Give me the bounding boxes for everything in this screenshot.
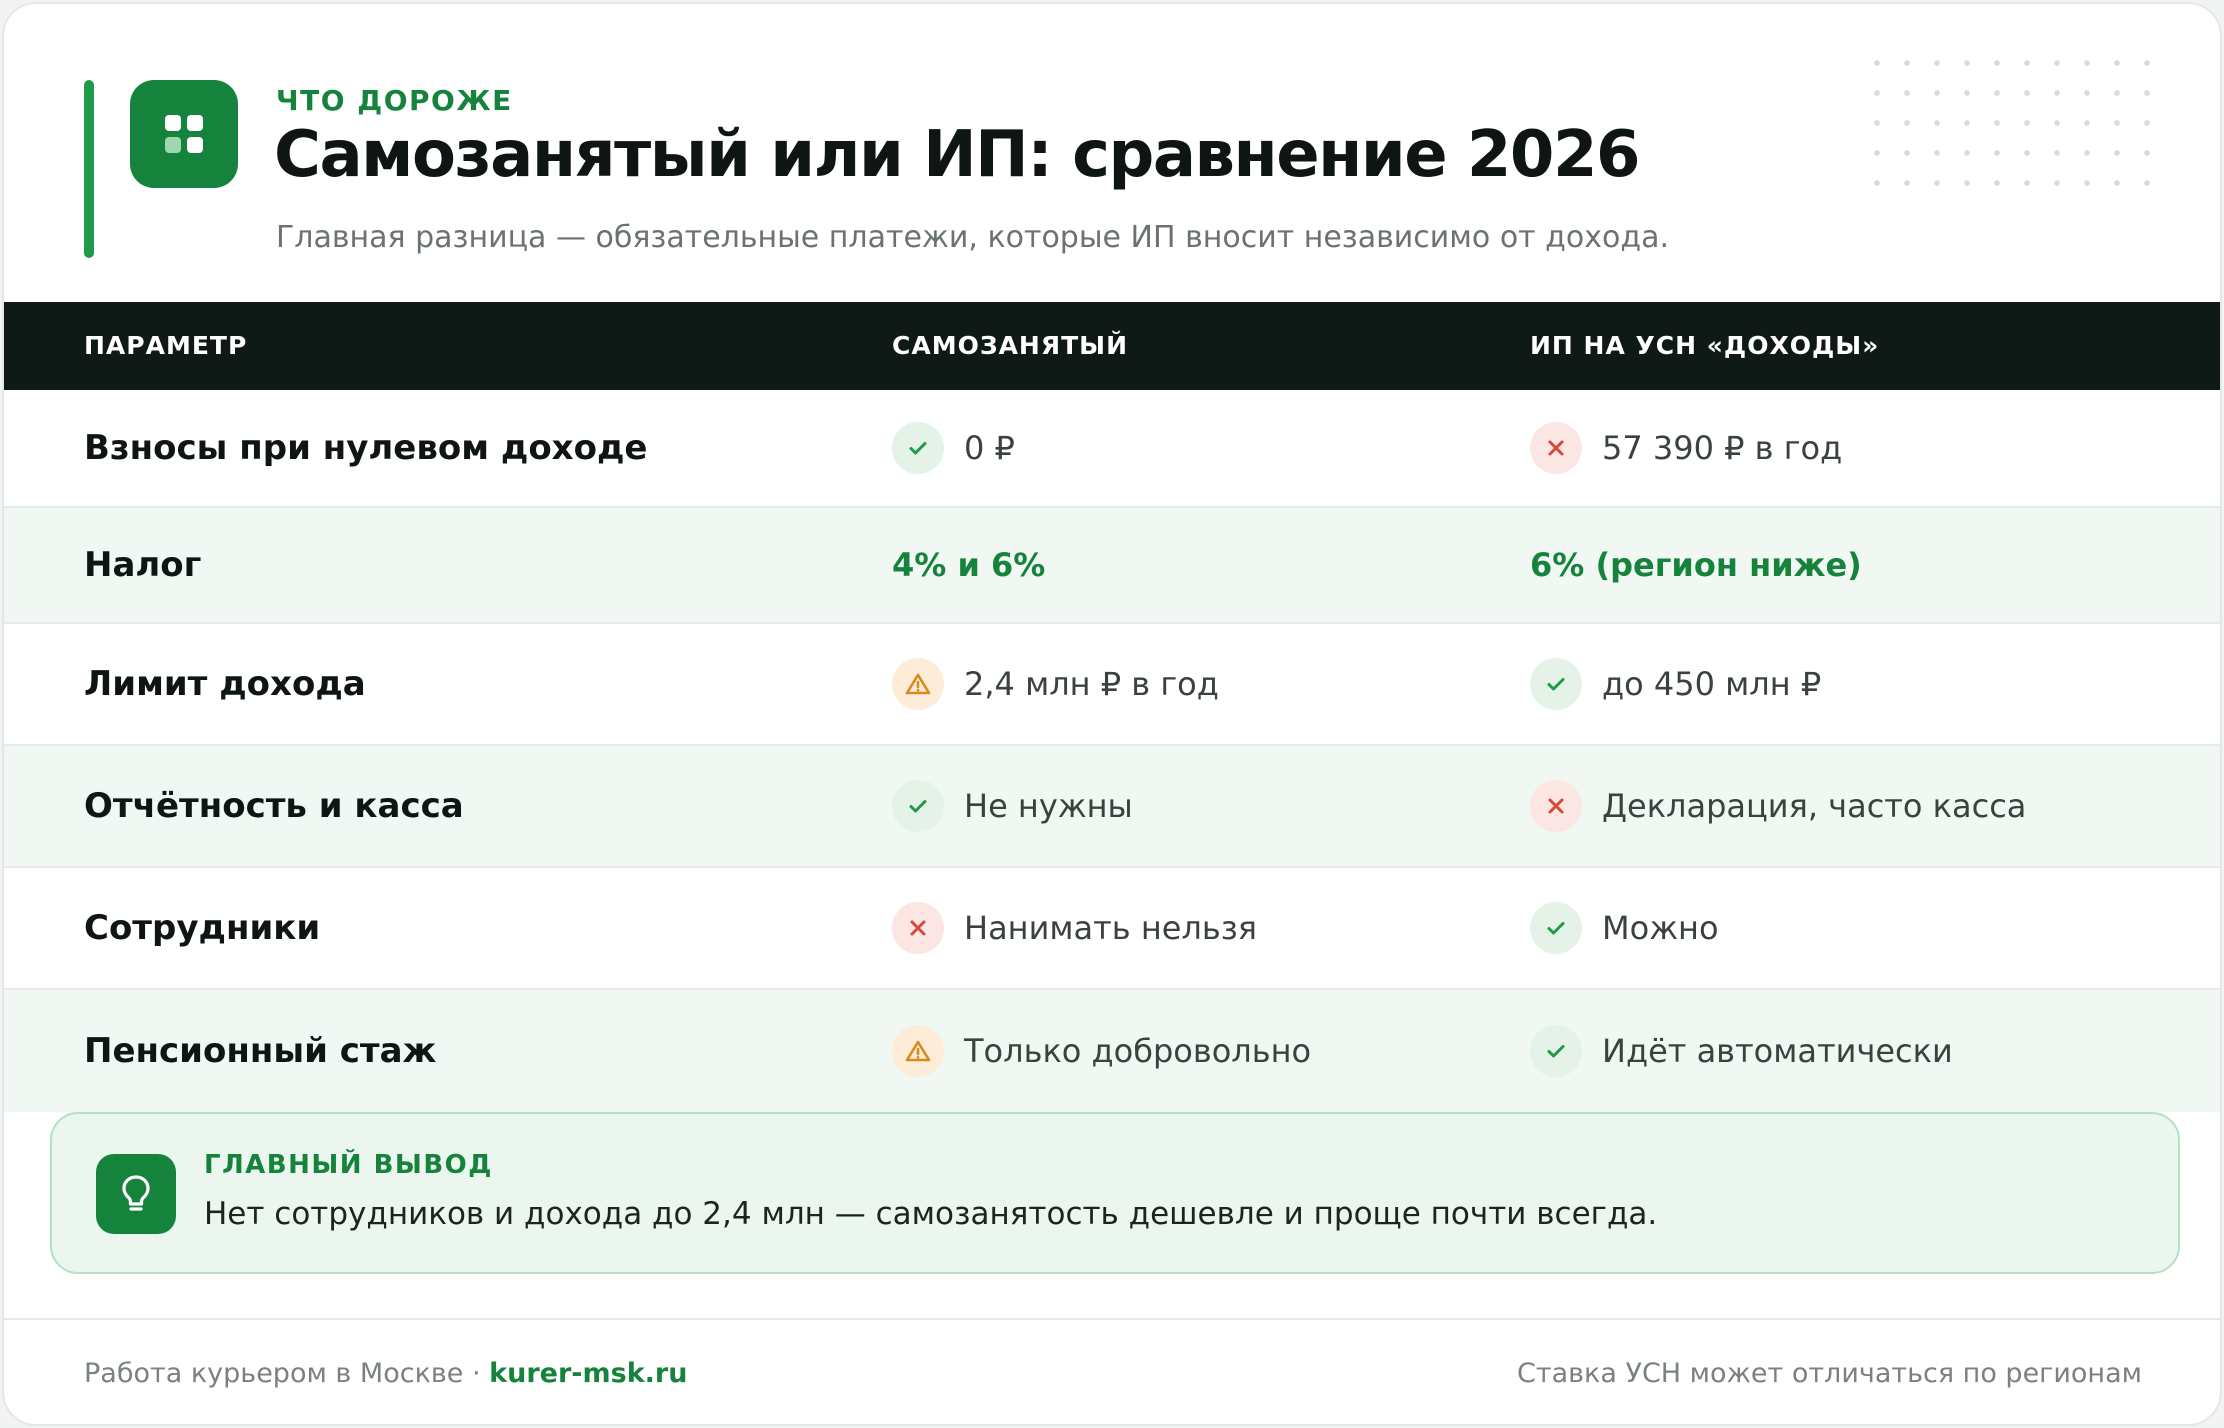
row-parameter: Взносы при нулевом доходе — [84, 428, 648, 468]
ip-cell-text: до 450 млн ₽ — [1602, 665, 1822, 703]
ip-cell: 57 390 ₽ в год — [1530, 390, 1842, 506]
warning-icon — [892, 1025, 944, 1077]
row-parameter: Лимит дохода — [84, 664, 366, 704]
self-employed-cell: 2,4 млн ₽ в год — [892, 624, 1219, 744]
comparison-table-body: Взносы при нулевом доходе 0 ₽ 57 390 ₽ в г… — [4, 390, 2220, 1112]
ip-cell-text: Декларация, часто касса — [1602, 787, 2027, 825]
self-employed-cell: Только добровольно — [892, 990, 1311, 1112]
table-row: Взносы при нулевом доходе 0 ₽ 57 390 ₽ в г… — [4, 390, 2220, 508]
ip-cell-text: 6% (регион ниже) — [1530, 546, 1862, 584]
ip-cell-text: 57 390 ₽ в год — [1602, 429, 1843, 467]
self-employed-cell-text: 4% и 6% — [892, 546, 1046, 584]
lightbulb-icon — [96, 1154, 176, 1234]
table-row: Сотрудники Нанимать нельзя Можно — [4, 868, 2220, 990]
footer-divider — [4, 1318, 2220, 1320]
check-icon — [1530, 902, 1582, 954]
self-employed-cell-text: 0 ₽ — [964, 429, 1015, 467]
ip-cell: Идёт автоматически — [1530, 990, 1953, 1112]
check-icon — [1530, 1025, 1582, 1077]
table-row: Отчётность и касса Не нужны Декларация, ча… — [4, 746, 2220, 868]
cross-icon — [1530, 422, 1582, 474]
ip-cell-text: Можно — [1602, 909, 1719, 947]
column-header-self-employed: САМОЗАНЯТЫЙ — [892, 331, 1128, 360]
footer-site-link[interactable]: kurer-msk.ru — [489, 1358, 687, 1389]
row-parameter: Отчётность и касса — [84, 786, 464, 826]
warning-icon — [892, 658, 944, 710]
ip-cell: Декларация, часто касса — [1530, 746, 2026, 866]
row-parameter: Сотрудники — [84, 908, 321, 948]
self-employed-cell: 0 ₽ — [892, 390, 1015, 506]
check-icon — [1530, 658, 1582, 710]
self-employed-cell-text: Не нужны — [964, 787, 1133, 825]
decorative-dot-pattern — [1862, 48, 2172, 194]
eyebrow-label: ЧТО ДОРОЖЕ — [276, 84, 513, 117]
column-header-parameter: ПАРАМЕТР — [84, 331, 248, 360]
cross-icon — [1530, 780, 1582, 832]
column-header-ip: ИП НА УСН «ДОХОДЫ» — [1530, 331, 1880, 360]
comparison-card: ЧТО ДОРОЖЕ Самозанятый или ИП: сравнение… — [2, 2, 2222, 1426]
accent-bar — [84, 80, 94, 258]
footer-caption: Работа курьером в Москве · — [84, 1358, 490, 1389]
check-icon — [892, 780, 944, 832]
check-icon — [892, 422, 944, 474]
self-employed-cell: 4% и 6% — [892, 508, 1045, 622]
table-row: Пенсионный стаж Только добровольно Идёт ав… — [4, 990, 2220, 1112]
conclusion-callout: ГЛАВНЫЙ ВЫВОД Нет сотрудников и дохода д… — [50, 1112, 2180, 1274]
footer-note: Ставка УСН может отличаться по регионам — [1517, 1358, 2142, 1389]
page-title: Самозанятый или ИП: сравнение 2026 — [274, 118, 1641, 192]
conclusion-label: ГЛАВНЫЙ ВЫВОД — [204, 1150, 493, 1180]
page-subtitle: Главная разница — обязательные платежи, … — [276, 220, 1670, 255]
ip-cell: до 450 млн ₽ — [1530, 624, 1821, 744]
cross-icon — [892, 902, 944, 954]
self-employed-cell-text: Нанимать нельзя — [964, 909, 1257, 947]
self-employed-cell: Нанимать нельзя — [892, 868, 1257, 988]
ip-cell-text: Идёт автоматически — [1602, 1032, 1953, 1070]
table-row: Лимит дохода 2,4 млн ₽ в год до 450 млн ₽ — [4, 624, 2220, 746]
row-parameter: Пенсионный стаж — [84, 1031, 437, 1071]
ip-cell: Можно — [1530, 868, 1719, 988]
table-header: ПАРАМЕТР САМОЗАНЯТЫЙ ИП НА УСН «ДОХОДЫ» — [4, 302, 2220, 390]
row-parameter: Налог — [84, 545, 202, 585]
self-employed-cell-text: Только добровольно — [964, 1032, 1312, 1070]
ip-cell: 6% (регион ниже) — [1530, 508, 1862, 622]
grid-icon — [130, 80, 238, 188]
conclusion-text: Нет сотрудников и дохода до 2,4 млн — са… — [204, 1196, 1658, 1232]
self-employed-cell: Не нужны — [892, 746, 1133, 866]
self-employed-cell-text: 2,4 млн ₽ в год — [964, 665, 1219, 703]
footer-left: Работа курьером в Москве · kurer-msk.ru — [84, 1358, 687, 1389]
table-row: Налог 4% и 6% 6% (регион ниже) — [4, 508, 2220, 624]
